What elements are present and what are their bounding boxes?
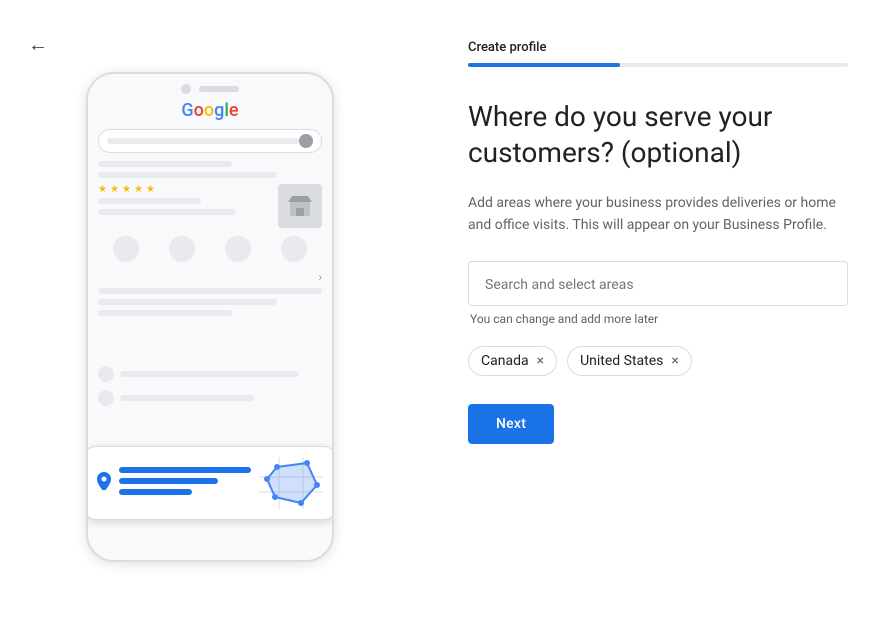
phone-result-lines: [98, 161, 322, 178]
phone-actions: [98, 236, 322, 262]
chip-label: United States: [580, 353, 663, 369]
card-lines: [119, 467, 251, 500]
next-button[interactable]: Next: [468, 404, 554, 444]
chip-close-icon[interactable]: ×: [537, 354, 544, 368]
google-logo: Google: [98, 100, 322, 121]
phone-icon-circle: [98, 366, 114, 382]
phone-action-btn: [169, 236, 195, 262]
progress-header: Create profile: [468, 40, 848, 67]
phone-bottom-row: [98, 366, 322, 382]
phone-bottom-lines: [88, 366, 332, 406]
search-input-wrapper[interactable]: [468, 261, 848, 306]
phone-card: [86, 446, 334, 520]
phone-action-btn: [281, 236, 307, 262]
main-heading: Where do you serve your customers? (opti…: [468, 99, 848, 172]
card-pin-icon: [97, 472, 111, 494]
phone-line: [98, 172, 277, 178]
phone-result-lines-2: [98, 288, 322, 316]
map-area: [259, 457, 323, 509]
phone-speaker: [199, 86, 239, 92]
phone-listing-left: ★ ★ ★ ★ ★: [98, 184, 270, 228]
phone-search-bar: [98, 129, 322, 153]
search-line: [107, 138, 299, 144]
phone-icon-circle: [98, 390, 114, 406]
progress-bar-container: [468, 63, 848, 67]
search-hint: You can change and add more later: [468, 312, 848, 326]
star: ★: [146, 184, 156, 194]
phone-line: [98, 310, 232, 316]
phone-top: [88, 74, 332, 100]
chips-row: Canada × United States ×: [468, 346, 848, 376]
phone-chevron: ›: [98, 270, 322, 284]
back-button[interactable]: ←: [28, 32, 48, 57]
star: ★: [134, 184, 144, 194]
card-line: [119, 467, 251, 473]
phone-action-btn: [113, 236, 139, 262]
phone-line: [98, 198, 201, 204]
phone-store-icon: [278, 184, 322, 228]
phone-line: [98, 161, 232, 167]
chip-close-icon[interactable]: ×: [671, 354, 678, 368]
description: Add areas where your business provides d…: [468, 192, 848, 237]
phone-action-btn: [225, 236, 251, 262]
chip-united-states[interactable]: United States ×: [567, 346, 692, 376]
left-panel: ← Google ★: [0, 0, 420, 634]
phone-mockup: Google ★ ★ ★ ★ ★: [86, 72, 334, 562]
chip-canada[interactable]: Canada ×: [468, 346, 557, 376]
phone-listing: ★ ★ ★ ★ ★: [98, 184, 322, 228]
star: ★: [122, 184, 132, 194]
phone-search-icon: [299, 134, 313, 148]
phone-bottom-row: [98, 390, 322, 406]
star: ★: [110, 184, 120, 194]
chip-label: Canada: [481, 353, 529, 369]
phone-line: [98, 209, 236, 215]
phone-line: [120, 371, 299, 377]
right-panel: Create profile Where do you serve your c…: [420, 0, 896, 634]
search-input[interactable]: [485, 277, 831, 293]
card-line: [119, 489, 192, 495]
phone-content: Google ★ ★ ★ ★ ★: [88, 100, 332, 316]
progress-label: Create profile: [468, 40, 848, 55]
phone-line: [120, 395, 254, 401]
card-line: [119, 478, 218, 484]
phone-line: [98, 288, 322, 294]
progress-bar-fill: [468, 63, 620, 67]
star: ★: [98, 184, 108, 194]
stars: ★ ★ ★ ★ ★: [98, 184, 270, 194]
phone-line: [98, 299, 277, 305]
phone-camera: [181, 84, 191, 94]
